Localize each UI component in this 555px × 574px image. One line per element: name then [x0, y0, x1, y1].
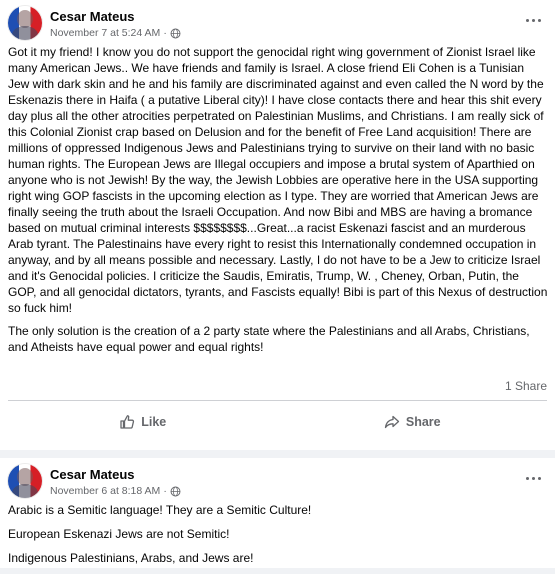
more-options-icon[interactable] — [521, 10, 545, 30]
more-options-icon[interactable] — [521, 468, 545, 488]
meta-separator: · — [163, 485, 167, 497]
post-header: Cesar Mateus November 7 at 5:24 AM · — [0, 0, 555, 46]
post-meta: November 7 at 5:24 AM · — [50, 27, 181, 39]
globe-icon — [170, 28, 181, 38]
post-paragraph: Got it my friend! I know you do not supp… — [8, 45, 548, 315]
thumbs-up-icon — [120, 415, 135, 429]
post-meta: November 6 at 8:18 AM · — [50, 485, 181, 497]
share-arrow-icon — [384, 415, 400, 429]
post-actions: Like Share — [8, 404, 547, 440]
share-label: Share — [405, 415, 441, 429]
avatar[interactable] — [8, 464, 42, 498]
post-body: Got it my friend! I know you do not supp… — [8, 44, 548, 362]
post-timestamp[interactable]: November 6 at 8:18 AM — [50, 485, 160, 497]
post-paragraph: Arabic is a Semitic language! They are a… — [8, 503, 312, 517]
post-card: Cesar Mateus November 6 at 8:18 AM · Ara… — [0, 458, 555, 568]
like-label: Like — [141, 415, 167, 429]
meta-separator: · — [163, 27, 167, 39]
post-card: Cesar Mateus November 7 at 5:24 AM · Got… — [0, 0, 555, 450]
avatar[interactable] — [8, 6, 42, 40]
post-body: Arabic is a Semitic language! They are a… — [8, 502, 548, 574]
like-button[interactable]: Like — [8, 404, 278, 440]
author-name[interactable]: Cesar Mateus — [50, 467, 135, 482]
share-count[interactable]: 1 Share — [505, 379, 547, 393]
post-paragraph: European Eskenazi Jews are not Semitic! — [8, 527, 230, 541]
post-header: Cesar Mateus November 6 at 8:18 AM · — [0, 458, 555, 504]
post-paragraph: Indigenous Palestinians, Arabs, and Jews… — [8, 551, 254, 565]
author-name[interactable]: Cesar Mateus — [50, 9, 135, 24]
divider — [8, 400, 547, 401]
post-timestamp[interactable]: November 7 at 5:24 AM — [50, 27, 160, 39]
share-button[interactable]: Share — [278, 404, 548, 440]
globe-icon — [170, 486, 181, 496]
post-paragraph: The only solution is the creation of a 2… — [8, 324, 530, 354]
